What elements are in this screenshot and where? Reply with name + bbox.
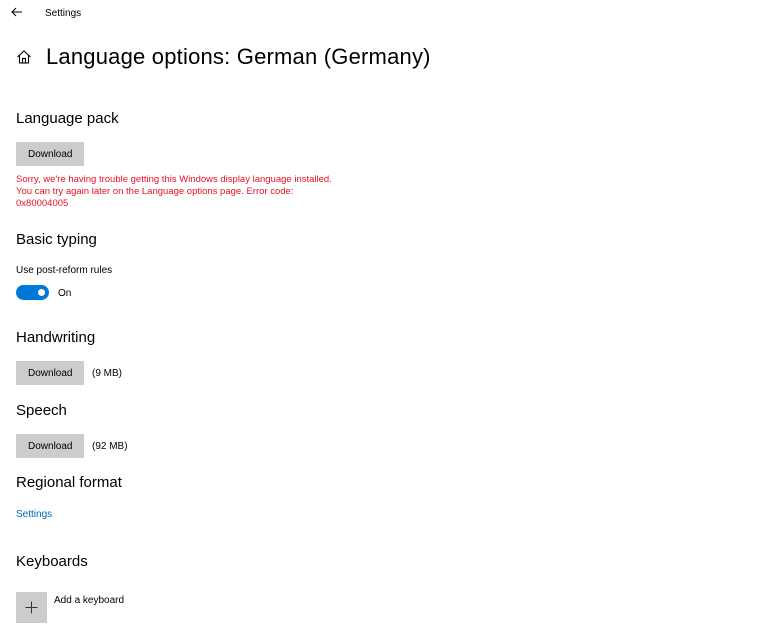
post-reform-rules-label: Use post-reform rules: [16, 265, 113, 276]
back-button[interactable]: [6, 2, 28, 22]
page-header: Language options: German (Germany): [16, 40, 431, 74]
regional-format-title: Regional format: [16, 474, 122, 491]
keyboards-title: Keyboards: [16, 553, 88, 570]
plus-icon: [25, 601, 38, 614]
page-title: Language options: German (Germany): [46, 44, 431, 69]
speech-download-button[interactable]: Download: [16, 434, 85, 458]
back-arrow-icon: [11, 7, 22, 17]
title-bar: Settings: [0, 0, 768, 28]
basic-typing-title: Basic typing: [16, 231, 97, 248]
speech-title: Speech: [16, 402, 67, 419]
add-keyboard-button[interactable]: [16, 592, 47, 623]
handwriting-size: (9 MB): [92, 368, 122, 379]
regional-format-settings-link[interactable]: Settings: [16, 509, 52, 520]
post-reform-rules-toggle[interactable]: [16, 285, 49, 300]
language-pack-error-message: Sorry, we're having trouble getting this…: [16, 174, 332, 209]
add-keyboard-label[interactable]: Add a keyboard: [54, 595, 124, 606]
language-pack-download-button[interactable]: Download: [16, 142, 85, 166]
toggle-state-label: On: [58, 288, 72, 299]
language-pack-title: Language pack: [16, 110, 119, 127]
toggle-knob: [38, 289, 45, 296]
settings-window: Settings Language options: German (Germa…: [0, 0, 768, 630]
app-title: Settings: [45, 8, 82, 19]
handwriting-title: Handwriting: [16, 329, 96, 346]
handwriting-download-button[interactable]: Download: [16, 361, 85, 385]
speech-size: (92 MB): [92, 441, 128, 452]
home-icon[interactable]: [16, 48, 34, 66]
